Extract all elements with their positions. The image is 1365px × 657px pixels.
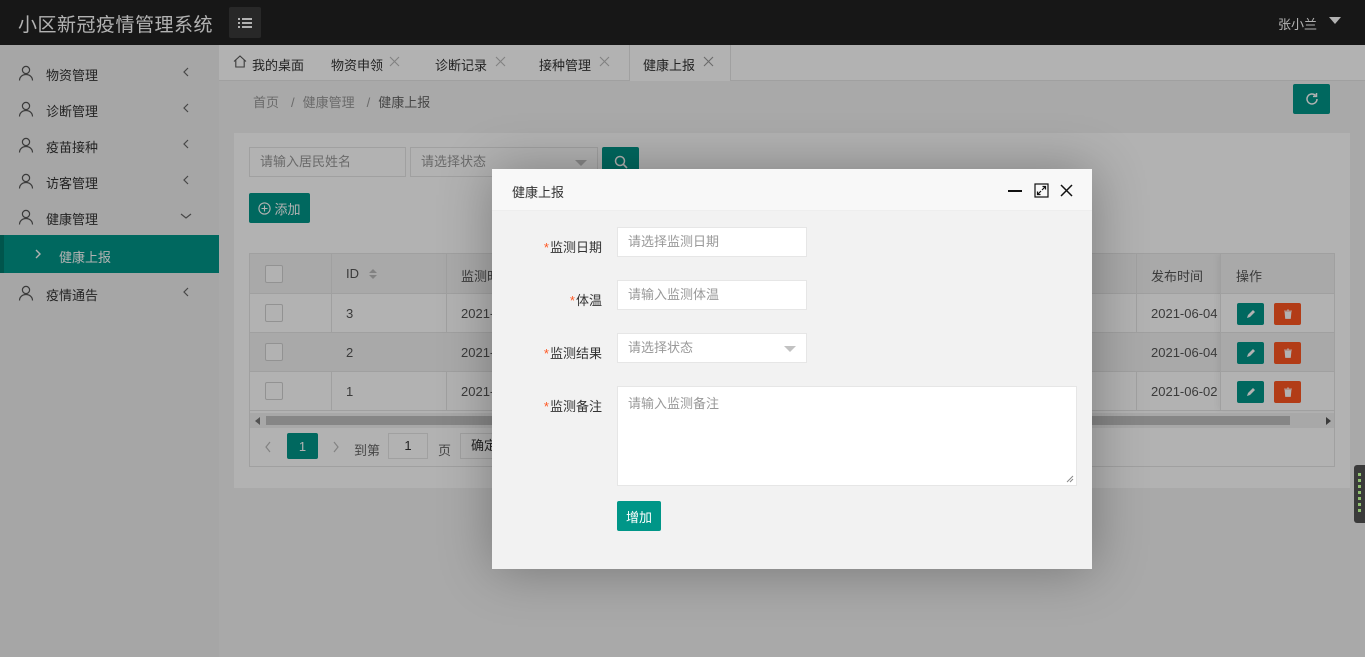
maximize-icon[interactable] (1034, 183, 1049, 198)
monitor-date-input[interactable]: 请选择监测日期 (617, 227, 807, 257)
note-label: *监测备注 (543, 399, 602, 414)
submit-button[interactable]: 增加 (617, 501, 661, 531)
caret-down-icon (784, 346, 796, 352)
health-report-dialog: 健康上报 *监测日期 请选择监测日期 *体温 请输入监测体温 *监测结果 请选择… (492, 169, 1092, 569)
result-label: *监测结果 (543, 346, 602, 361)
result-select-placeholder: 请选择状态 (628, 340, 694, 355)
minimize-icon[interactable] (1008, 190, 1022, 192)
dialog-title: 健康上报 (512, 185, 565, 200)
note-placeholder: 请输入监测备注 (628, 396, 720, 411)
side-widget[interactable] (1354, 465, 1365, 523)
dialog-body: *监测日期 请选择监测日期 *体温 请输入监测体温 *监测结果 请选择状态 *监… (492, 211, 1092, 569)
temperature-input[interactable]: 请输入监测体温 (617, 280, 807, 310)
close-icon[interactable] (1060, 184, 1073, 197)
monitor-result-select[interactable]: 请选择状态 (617, 333, 807, 363)
date-label: *监测日期 (543, 240, 602, 255)
temperature-label: *体温 (569, 293, 602, 308)
monitor-note-textarea[interactable]: 请输入监测备注 (617, 386, 1077, 486)
dialog-header[interactable]: 健康上报 (492, 169, 1092, 211)
resize-handle-icon[interactable] (1066, 475, 1074, 483)
